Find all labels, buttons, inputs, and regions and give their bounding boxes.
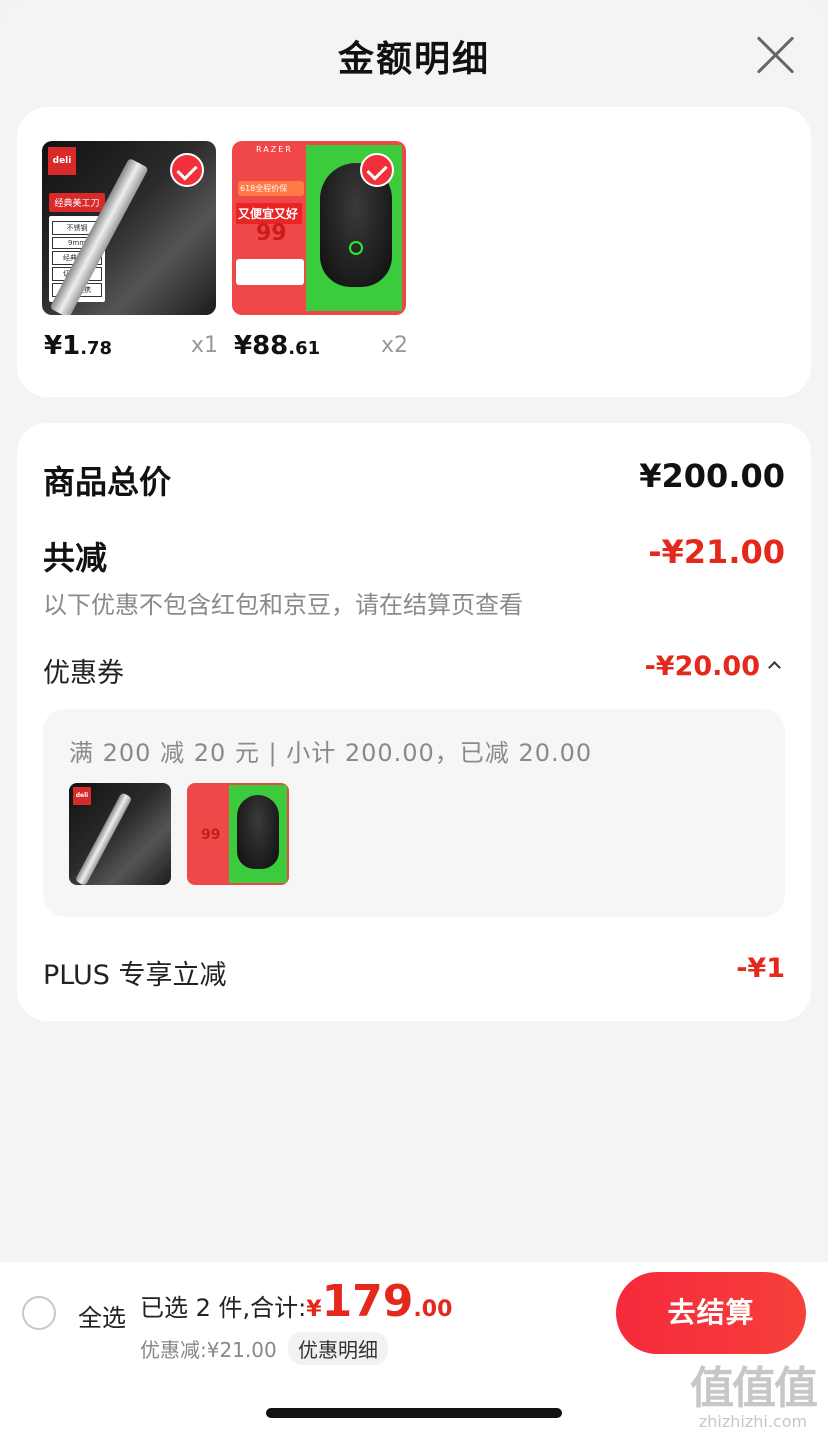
home-indicator[interactable] [266, 1408, 562, 1418]
amount-detail-card: 商品总价 ¥200.00 共减 -¥21.00 以下优惠不包含红包和京豆，请在结… [17, 423, 811, 1021]
coupon-rule: 满 200 减 20 元 | 小计 200.00，已减 20.00 [69, 739, 593, 767]
product-qty: x2 [380, 333, 408, 358]
price-dec: .61 [288, 338, 321, 359]
total-amount: ¥200.00 [639, 457, 785, 495]
brand-logo: RAZER [256, 145, 293, 154]
chevron-up-icon [768, 661, 781, 674]
checked-icon[interactable] [360, 153, 394, 187]
razer-logo-icon [349, 241, 363, 255]
mouse-graphic [237, 795, 279, 869]
total-currency: ¥ [306, 1297, 322, 1322]
product-list-card: deli 经典美工刀 不锈钢 9mm 经典造型 切割锋利 小巧便携 ¥1.78 … [17, 107, 811, 397]
brand-logo: deli [48, 147, 76, 175]
coupon-product-thumb[interactable]: 99 [187, 783, 289, 885]
price-int: ¥1 [44, 331, 81, 361]
product-item[interactable]: deli 经典美工刀 不锈钢 9mm 经典造型 切割锋利 小巧便携 ¥1.78 … [42, 141, 218, 361]
coupon-amount: -¥20.00 [644, 651, 760, 682]
checkout-bar: 全选 已选 2 件,合计:¥179.00 优惠减:¥21.00 优惠明细 去结算… [0, 1262, 828, 1436]
total-label: 商品总价 [43, 463, 172, 501]
coupon-product-thumb[interactable]: deli [69, 783, 171, 885]
coupon-label: 优惠券 [43, 658, 124, 689]
discount-text: 优惠减:¥21.00 [140, 1338, 277, 1362]
total-int: 179 [321, 1276, 414, 1327]
total-price: ¥179.00 [306, 1276, 453, 1327]
image-tag: 618全程价保 [238, 181, 304, 196]
select-all-label[interactable]: 全选 [78, 1298, 126, 1333]
product-qty: x1 [190, 333, 218, 358]
plus-discount-label: PLUS 专享立减 [43, 960, 227, 991]
knife-blade-graphic [74, 792, 133, 885]
reduce-label: 共减 [43, 539, 108, 577]
selected-text: 已选 2 件,合计: [140, 1294, 307, 1322]
product-item[interactable]: RAZER 618全程价保 又便宜又好 99 ¥88.61 x2 [232, 141, 408, 361]
image-tag: 经典美工刀 [49, 193, 105, 212]
total-dec: .00 [413, 1297, 453, 1322]
coupon-detail-box: 满 200 减 20 元 | 小计 200.00，已减 20.00 deli 9… [43, 709, 785, 917]
product-image-mouse[interactable]: RAZER 618全程价保 又便宜又好 99 [232, 141, 406, 315]
select-all-radio[interactable] [22, 1296, 56, 1330]
checked-icon[interactable] [170, 153, 204, 187]
discount-detail-link[interactable]: 优惠明细 [288, 1332, 388, 1365]
sheet-title: 金额明细 [337, 39, 490, 80]
product-price: ¥1.78 [44, 331, 112, 361]
selected-summary: 已选 2 件,合计:¥179.00 [140, 1276, 452, 1327]
image-tag: 99 [201, 827, 221, 843]
coupon-toggle[interactable]: -¥20.00 [644, 651, 781, 682]
brand-logo: deli [73, 787, 91, 805]
checkout-button[interactable]: 去结算 [616, 1272, 806, 1354]
image-tag: 99 [256, 221, 287, 246]
watermark: 值值值 zhizhizhi.com [690, 1352, 818, 1431]
product-price: ¥88.61 [234, 331, 320, 361]
reduce-amount: -¥21.00 [648, 533, 785, 571]
reduce-note: 以下优惠不包含红包和京豆，请在结算页查看 [43, 591, 523, 619]
product-image-knife[interactable]: deli 经典美工刀 不锈钢 9mm 经典造型 切割锋利 小巧便携 [42, 141, 216, 315]
amount-detail-sheet: 金额明细 deli 经典美工刀 不锈钢 9mm 经典造型 切割锋利 小巧便携 [0, 0, 828, 1262]
price-int: ¥88 [234, 331, 289, 361]
watermark-logo: 值值值 [690, 1363, 818, 1414]
plus-discount-amount: -¥1 [736, 953, 785, 984]
close-icon[interactable] [756, 36, 794, 74]
watermark-url: zhizhizhi.com [698, 1412, 808, 1431]
price-dec: .78 [80, 338, 113, 359]
image-strip [236, 259, 304, 285]
